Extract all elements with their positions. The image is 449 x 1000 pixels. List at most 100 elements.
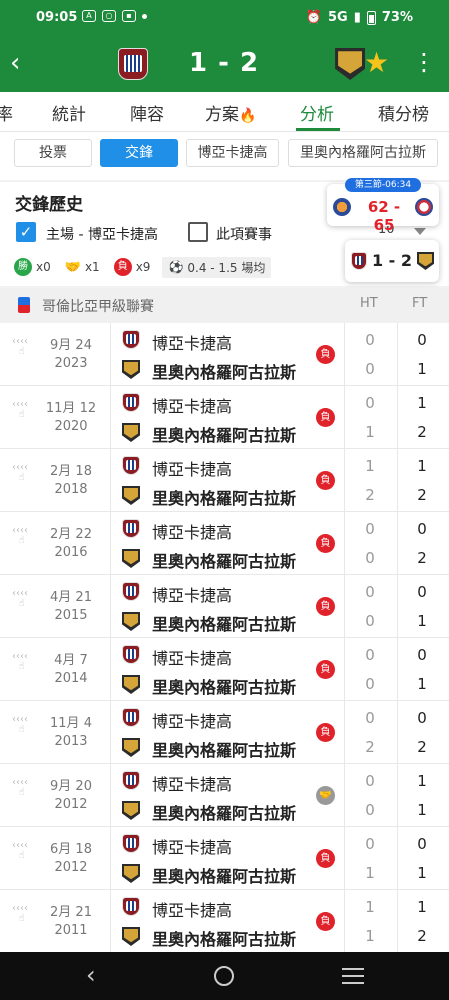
ft-away-score: 1 — [417, 675, 427, 693]
divider — [344, 890, 345, 952]
ft-away-score: 1 — [417, 612, 427, 630]
draw-handshake-icon: 🤝 — [316, 786, 335, 805]
goals-range-box: ⚽ 0.4 - 1.5 場均 — [162, 256, 272, 278]
tab-rate[interactable]: 率 — [0, 100, 13, 125]
drag-handle-icon[interactable]: ‹‹‹‹ ☝ — [12, 841, 34, 867]
away-team-crest[interactable] — [335, 48, 366, 80]
h2h-title: 交鋒歷史 — [15, 195, 83, 215]
chip-h2h[interactable]: 交鋒 — [100, 139, 178, 167]
tab-plan[interactable]: 方案🔥 — [205, 100, 256, 125]
home-filter-checkbox[interactable]: ✓ — [16, 222, 36, 242]
competition-filter-checkbox[interactable] — [188, 222, 208, 242]
ft-home-score: 0 — [417, 520, 427, 538]
chip-vote[interactable]: 投票 — [14, 139, 92, 167]
divider — [344, 512, 345, 574]
basketball-team-logo-home-icon — [333, 198, 351, 216]
away-team-name: 里奧內格羅阿古拉斯 — [152, 867, 297, 886]
divider — [110, 701, 111, 763]
drag-handle-icon[interactable]: ‹‹‹‹ ☝ — [12, 337, 34, 363]
match-year: 2020 — [54, 419, 88, 434]
drag-handle-icon[interactable]: ‹‹‹‹ ☝ — [12, 589, 34, 615]
live-period-badge: 第三節-06:34 — [345, 178, 421, 192]
ft-away-score: 2 — [417, 486, 427, 504]
chip-home-team[interactable]: 博亞卡捷高 — [186, 139, 279, 167]
goals-range: 0.4 - 1.5 場均 — [187, 260, 266, 275]
active-tab-indicator — [296, 128, 340, 131]
mini-score-popup[interactable]: 1 - 2 — [345, 240, 439, 282]
divider — [397, 449, 398, 511]
chevron-down-icon — [414, 228, 426, 235]
match-date: 11月 12 2020 — [38, 400, 104, 436]
chip-away-team[interactable]: 里奧內格羅阿古拉斯 — [288, 139, 438, 167]
home-team-name: 博亞卡捷高 — [152, 586, 233, 605]
match-row[interactable]: ‹‹‹‹ ☝ 4月 7 2014 博亞卡捷高 里奧內格羅阿古拉斯負 0 0 0 1 — [0, 638, 449, 701]
match-score: 1 - 2 — [188, 48, 260, 78]
home-team-name: 博亞卡捷高 — [152, 712, 233, 731]
tab-lineup[interactable]: 陣容 — [130, 100, 164, 125]
home-filter-label: 主場 - 博亞卡捷高 — [46, 227, 158, 243]
home-team-name: 博亞卡捷高 — [152, 460, 233, 479]
drag-handle-icon[interactable]: ‹‹‹‹ ☝ — [12, 652, 34, 678]
tab-standings[interactable]: 積分榜 — [378, 100, 429, 125]
ft-home-score: 0 — [417, 709, 427, 727]
match-row[interactable]: ‹‹‹‹ ☝ 9月 20 2012 博亞卡捷高 里奧內格羅阿古拉斯 🤝 0 0 1 1 — [0, 764, 449, 827]
ht-away-score: 0 — [365, 549, 375, 567]
match-row[interactable]: ‹‹‹‹ ☝ 2月 21 2011 博亞卡捷高 里奧內格羅阿古拉斯負 1 1 1 2 — [0, 890, 449, 953]
drag-handle-icon[interactable]: ‹‹‹‹ ☝ — [12, 463, 34, 489]
match-row[interactable]: ‹‹‹‹ ☝ 4月 21 2015 博亞卡捷高 里奧內格羅阿古拉斯負 0 0 0 1 — [0, 575, 449, 638]
ht-home-score: 0 — [365, 331, 375, 349]
drag-handle-icon[interactable]: ‹‹‹‹ ☝ — [12, 778, 34, 804]
match-date: 2月 22 2016 — [38, 526, 104, 562]
ft-home-score: 1 — [417, 898, 427, 916]
tab-stats[interactable]: 統計 — [52, 100, 86, 125]
drag-handle-icon[interactable]: ‹‹‹‹ ☝ — [12, 400, 34, 426]
live-score-popup[interactable]: 第三節-06:34 62 - 65 — [327, 178, 439, 234]
ft-home-score: 1 — [417, 772, 427, 790]
h2h-summary: 勝 x0 🤝 x1 負 x9 ⚽ 0.4 - 1.5 場均 — [14, 256, 272, 278]
ht-home-score: 0 — [365, 772, 375, 790]
tab-analysis[interactable]: 分析 — [300, 100, 334, 125]
home-team-crest[interactable] — [118, 48, 148, 80]
match-year: 2012 — [54, 860, 88, 875]
nav-back-icon[interactable]: ‹ — [86, 963, 96, 987]
network-label: 5G — [328, 10, 348, 25]
home-team-name: 博亞卡捷高 — [152, 523, 233, 542]
back-arrow-icon[interactable]: ‹ — [10, 48, 34, 78]
signal-icon: ▮ — [353, 10, 361, 25]
home-crest-icon — [122, 834, 140, 853]
match-row[interactable]: ‹‹‹‹ ☝ 2月 22 2016 博亞卡捷高 里奧內格羅阿古拉斯負 0 0 0 2 — [0, 512, 449, 575]
battery-icon — [366, 10, 376, 25]
ft-away-score: 1 — [417, 864, 427, 882]
kebab-menu-icon[interactable]: ⋮ — [412, 50, 436, 74]
divider — [110, 575, 111, 637]
status-notification-icons: A ○ ▪ — [82, 10, 147, 22]
result-badge: 負 — [316, 471, 335, 490]
match-row[interactable]: ‹‹‹‹ ☝ 9月 24 2023 博亞卡捷高 里奧內格羅阿古拉斯負 0 0 0 1 — [0, 323, 449, 386]
match-year: 2013 — [54, 734, 88, 749]
live-score: 62 - 65 — [367, 198, 401, 234]
result-badge: 負 — [316, 408, 335, 427]
win-badge: 勝 — [14, 258, 32, 276]
nav-home-icon[interactable] — [214, 966, 234, 986]
match-row[interactable]: ‹‹‹‹ ☝ 11月 4 2013 博亞卡捷高 里奧內格羅阿古拉斯負 0 2 0 2 — [0, 701, 449, 764]
loss-badge: 負 — [113, 258, 132, 276]
drag-handle-icon[interactable]: ‹‹‹‹ ☝ — [12, 526, 34, 552]
away-team-name: 里奧內格羅阿古拉斯 — [152, 930, 297, 949]
match-row[interactable]: ‹‹‹‹ ☝ 11月 12 2020 博亞卡捷高 里奧內格羅阿古拉斯負 0 1 1 2 — [0, 386, 449, 449]
match-date: 6月 18 2012 — [38, 841, 104, 877]
away-team-name: 里奧內格羅阿古拉斯 — [152, 678, 297, 697]
divider — [397, 701, 398, 763]
away-team-name: 里奧內格羅阿古拉斯 — [152, 552, 297, 571]
nav-recents-icon[interactable] — [342, 968, 364, 984]
drag-handle-icon[interactable]: ‹‹‹‹ ☝ — [12, 715, 34, 741]
tab-bar: 率 統計 陣容 方案🔥 分析 積分榜 — [0, 92, 449, 132]
segment-chips: 投票 交鋒 博亞卡捷高 里奧內格羅阿古拉斯 — [0, 132, 449, 180]
away-crest-icon — [122, 864, 140, 883]
away-team-name: 里奧內格羅阿古拉斯 — [152, 489, 297, 508]
match-row[interactable]: ‹‹‹‹ ☝ 2月 18 2018 博亞卡捷高 里奧內格羅阿古拉斯負 1 2 1 2 — [0, 449, 449, 512]
ht-home-score: 0 — [365, 583, 375, 601]
divider — [110, 323, 111, 385]
star-icon[interactable]: ★ — [364, 48, 389, 78]
drag-handle-icon[interactable]: ‹‹‹‹ ☝ — [12, 904, 34, 930]
match-row[interactable]: ‹‹‹‹ ☝ 6月 18 2012 博亞卡捷高 里奧內格羅阿古拉斯負 0 1 0 1 — [0, 827, 449, 890]
